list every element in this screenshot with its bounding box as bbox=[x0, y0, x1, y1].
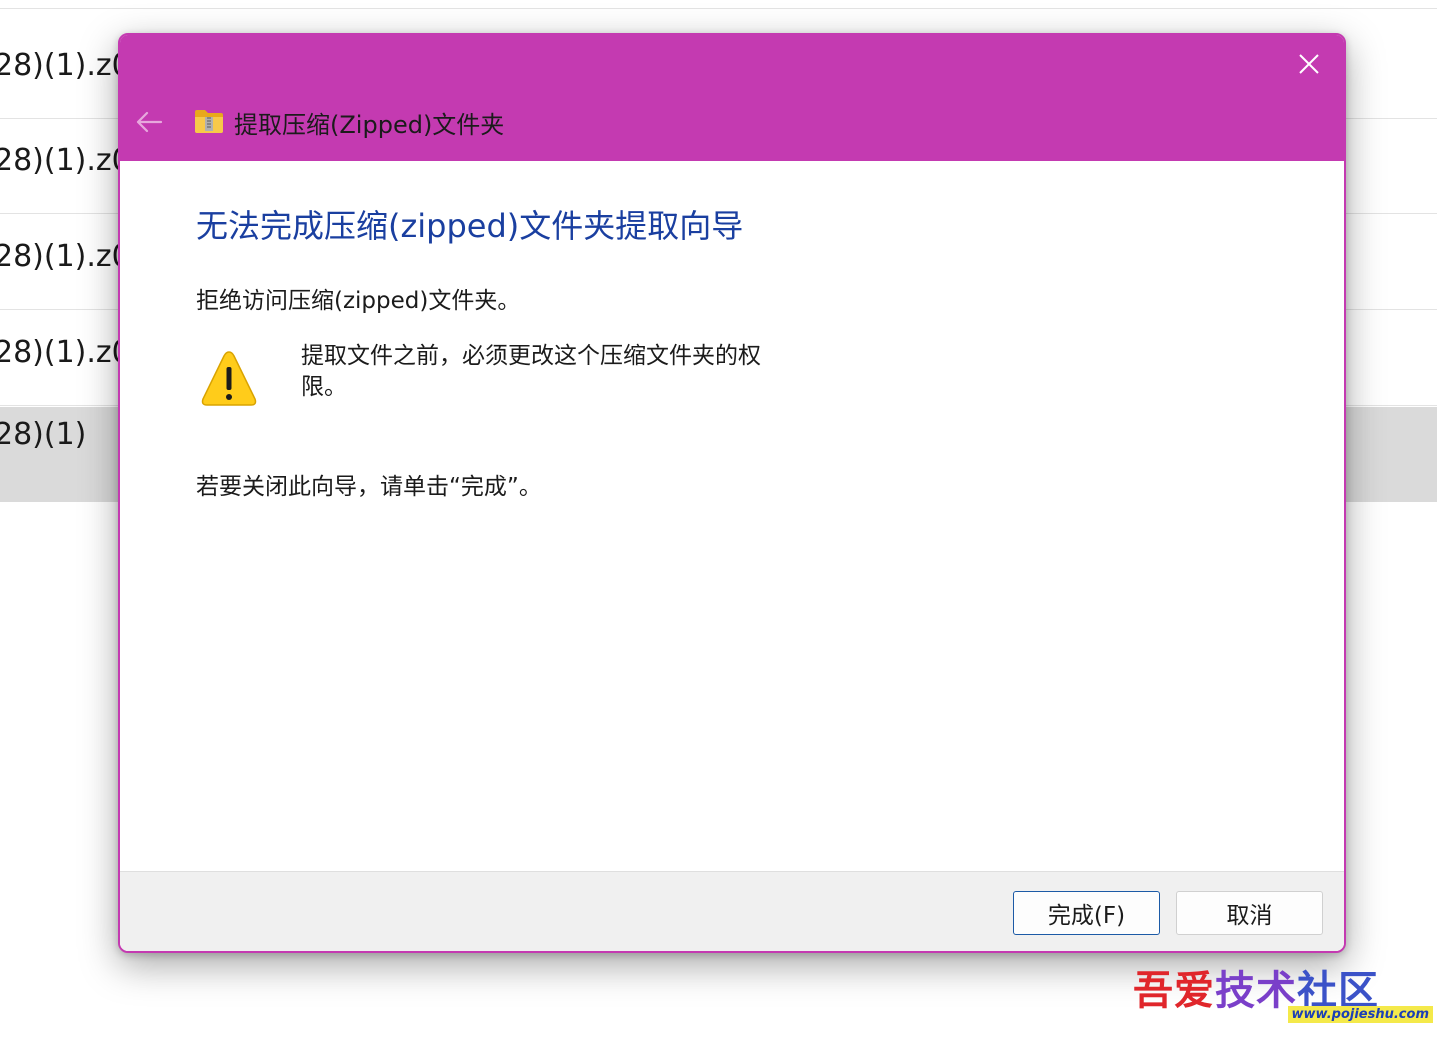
warning-icon bbox=[201, 351, 257, 406]
back-button[interactable] bbox=[132, 105, 166, 139]
extract-wizard-dialog: 提取压缩(Zipped)文件夹 无法完成压缩(zipped)文件夹提取向导 拒绝… bbox=[118, 33, 1346, 953]
file-name: 28)(1) bbox=[0, 417, 87, 452]
dialog-title: 提取压缩(Zipped)文件夹 bbox=[234, 111, 505, 139]
watermark-url: www.pojieshu.com bbox=[1287, 1006, 1433, 1023]
error-description: 拒绝访问压缩(zipped)文件夹。 bbox=[196, 288, 521, 314]
dialog-footer: 完成(F) 取消 bbox=[120, 871, 1344, 951]
page-title: 无法完成压缩(zipped)文件夹提取向导 bbox=[196, 207, 744, 245]
close-hint: 若要关闭此向导，请单击“完成”。 bbox=[196, 474, 542, 500]
warning-message: 提取文件之前，必须更改这个压缩文件夹的权限。 bbox=[301, 343, 761, 400]
dialog-content: 无法完成压缩(zipped)文件夹提取向导 拒绝访问压缩(zipped)文件夹。… bbox=[120, 161, 1344, 871]
site-watermark: 吾爱技术社区 www.pojieshu.com bbox=[1133, 958, 1433, 1034]
back-arrow-icon bbox=[136, 111, 163, 133]
dialog-titlebar: 提取压缩(Zipped)文件夹 bbox=[120, 35, 1344, 161]
watermark-logo-text: 吾爱 bbox=[1133, 967, 1215, 1014]
list-divider bbox=[0, 8, 1437, 9]
finish-button[interactable]: 完成(F) bbox=[1013, 891, 1160, 935]
close-button[interactable] bbox=[1286, 43, 1332, 85]
zipped-folder-icon bbox=[195, 110, 223, 133]
close-icon bbox=[1299, 54, 1319, 74]
cancel-button[interactable]: 取消 bbox=[1176, 891, 1323, 935]
watermark-logo-text: 技术 bbox=[1215, 967, 1297, 1014]
